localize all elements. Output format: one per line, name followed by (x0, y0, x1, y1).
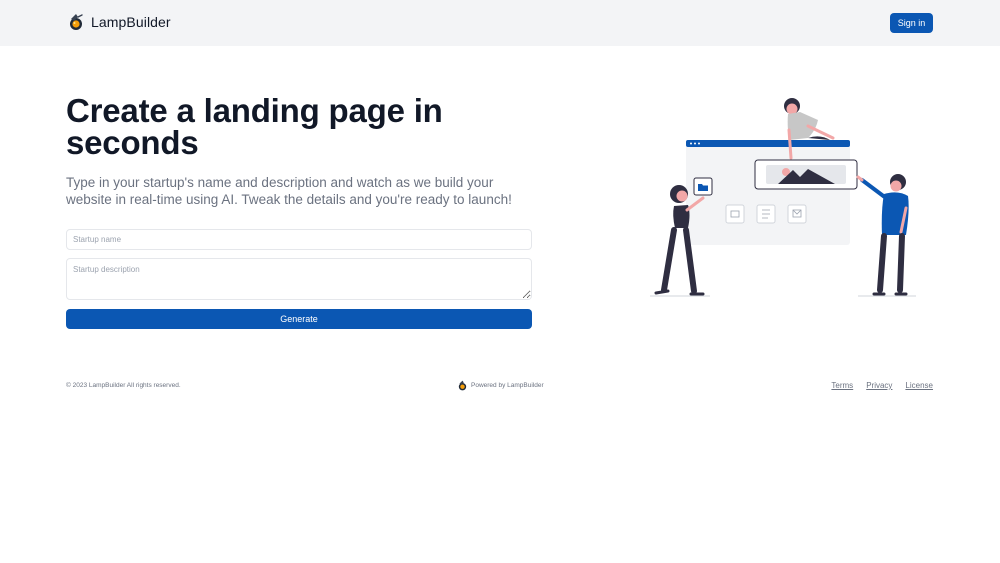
powered-by-label: Powered by LampBuilder (471, 382, 544, 389)
hero-title: Create a landing page in seconds (66, 92, 443, 161)
top-header: LampBuilder Sign in (0, 0, 1000, 46)
brand-name: LampBuilder (91, 14, 171, 30)
powered-by[interactable]: Powered by LampBuilder (457, 380, 544, 391)
lamp-logo-icon (458, 380, 467, 391)
terms-link[interactable]: Terms (831, 381, 853, 390)
building-website-illustration (650, 98, 916, 297)
startup-description-input[interactable] (66, 258, 532, 300)
privacy-link[interactable]: Privacy (866, 381, 892, 390)
brand[interactable]: LampBuilder (67, 13, 171, 31)
startup-name-input[interactable] (66, 229, 532, 250)
sign-in-button[interactable]: Sign in (890, 13, 933, 33)
footer-links: Terms Privacy License (831, 381, 933, 390)
footer-copyright: © 2023 LampBuilder All rights reserved. (66, 382, 181, 389)
generate-button[interactable]: Generate (66, 309, 532, 329)
lamp-logo-icon (70, 14, 83, 30)
license-link[interactable]: License (905, 381, 933, 390)
hero-subtitle: Type in your startup's name and descript… (66, 175, 512, 207)
